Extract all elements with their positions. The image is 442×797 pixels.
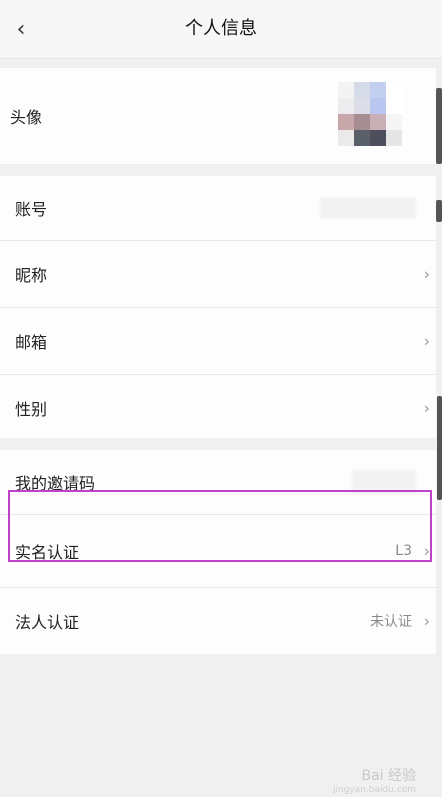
basic-info-section: 账号 昵称 › 邮箱 › 性别 ›: [0, 176, 436, 438]
chevron-right-icon: ›: [423, 611, 430, 631]
gender-label: 性别: [15, 400, 48, 419]
realname-verify-label: 实名认证: [15, 543, 80, 562]
invite-code-label: 我的邀请码: [15, 474, 96, 493]
realname-verify-row[interactable]: 实名认证 L3 ›: [0, 515, 436, 588]
account-label: 账号: [15, 200, 48, 219]
legal-verify-row[interactable]: 法人认证 未认证 ›: [0, 588, 436, 654]
legal-verify-label: 法人认证: [15, 613, 80, 632]
avatar-label: 头像: [10, 108, 43, 127]
chevron-right-icon: ›: [423, 331, 430, 351]
avatar-row[interactable]: 头像: [0, 68, 436, 164]
watermark-url: jingyan.baidu.com: [332, 785, 416, 795]
page-title: 个人信息: [185, 18, 257, 39]
scroll-mark: [436, 88, 442, 164]
account-row: 账号: [0, 176, 436, 241]
avatar: [338, 82, 402, 146]
chevron-right-icon: ›: [423, 264, 430, 284]
legal-verify-status: 未认证: [370, 614, 412, 630]
gender-row[interactable]: 性别 ›: [0, 375, 436, 441]
top-bar: ‹ 个人信息: [0, 0, 442, 59]
invite-code-row: 我的邀请码: [0, 450, 436, 515]
invite-code-value-masked: [352, 470, 416, 494]
watermark-logo: Bai 经验: [361, 768, 416, 784]
verification-section: 我的邀请码 实名认证 L3 › 法人认证 未认证 ›: [0, 450, 436, 654]
realname-level: L3: [395, 543, 412, 559]
scrollbar[interactable]: [437, 396, 442, 500]
chevron-right-icon: ›: [423, 541, 430, 561]
email-row[interactable]: 邮箱 ›: [0, 308, 436, 375]
nickname-label: 昵称: [15, 266, 48, 285]
chevron-right-icon: ›: [423, 398, 430, 418]
email-label: 邮箱: [15, 333, 48, 352]
account-value-masked: [320, 197, 416, 219]
nickname-row[interactable]: 昵称 ›: [0, 241, 436, 308]
scroll-mark: [436, 200, 442, 222]
avatar-section: 头像: [0, 68, 436, 164]
